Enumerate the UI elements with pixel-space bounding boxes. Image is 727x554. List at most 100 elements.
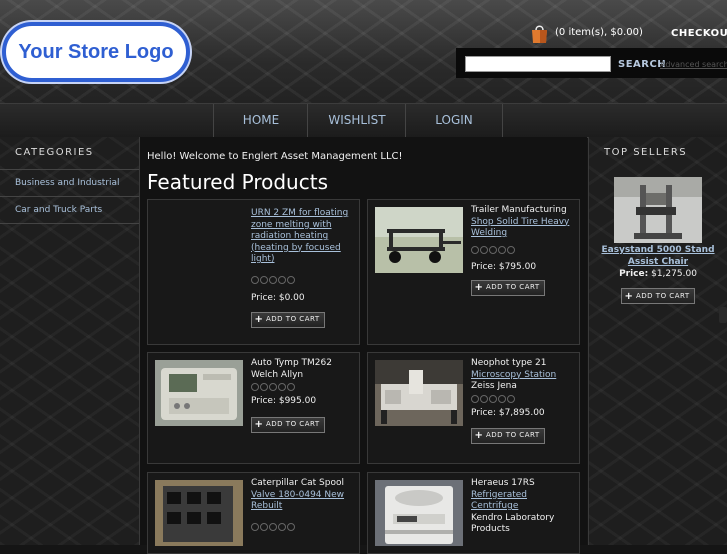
store-logo-text: Your Store Logo [18, 40, 174, 63]
star-icon [251, 275, 259, 284]
product-price: Price: $995.00 [251, 396, 317, 406]
star-icon [489, 394, 497, 403]
product-price: Price: $0.00 [251, 292, 305, 303]
product-name-link[interactable]: Shop Solid Tire Heavy Welding [471, 217, 575, 240]
plus-icon: + [624, 290, 634, 302]
nav-login[interactable]: LOGIN [405, 104, 503, 137]
product-info: Caterpillar Cat Spool Valve 180-0494 New… [251, 478, 355, 532]
store-logo[interactable]: Your Store Logo [2, 22, 190, 82]
product-card: Caterpillar Cat Spool Valve 180-0494 New… [147, 472, 360, 554]
top-seller-price-value: $1,275.00 [651, 269, 697, 279]
star-icon [269, 522, 277, 531]
star-icon [260, 383, 268, 391]
product-info: Heraeus 17RS Refrigerated Centrifuge Ken… [471, 478, 575, 536]
star-icon [507, 245, 515, 254]
add-to-cart-button[interactable]: + ADD TO CART [471, 280, 545, 296]
star-icon [260, 275, 268, 284]
product-name-link[interactable]: Microscopy Station [471, 370, 575, 382]
nav-wishlist[interactable]: WISHLIST [307, 104, 406, 137]
categories-list: Business and Industrial Car and Truck Pa… [0, 169, 139, 224]
add-to-cart-button[interactable]: + ADD TO CART [621, 288, 695, 304]
add-to-cart-button[interactable]: + ADD TO CART [471, 428, 545, 444]
star-icon [269, 275, 277, 284]
product-info: Auto Tymp TM262 Welch Allyn Price: $995.… [251, 358, 355, 433]
product-info: Neophot type 21 Microscopy Station Zeiss… [471, 358, 575, 444]
star-icon [278, 275, 286, 284]
product-manufacturer: Kendro Laboratory Products [471, 512, 555, 535]
top-seller-name-link[interactable]: Easystand 5000 Stand Assist Chair [597, 244, 719, 268]
product-image-placeholder [155, 207, 243, 273]
star-icon [507, 394, 515, 403]
product-name-text: Heraeus 17RS [471, 478, 535, 488]
rating-stars [471, 394, 575, 404]
search-bar: SEARCH Advanced search [456, 48, 727, 78]
left-sidebar: CATEGORIES Business and Industrial Car a… [0, 137, 140, 545]
product-info: Trailer Manufacturing Shop Solid Tire He… [471, 205, 575, 296]
product-name-text: Caterpillar Cat Spool [251, 478, 344, 488]
star-icon [278, 522, 286, 531]
star-icon [471, 245, 479, 254]
star-icon [471, 394, 479, 403]
add-to-cart-label: ADD TO CART [486, 431, 540, 440]
nav-home[interactable]: HOME [213, 104, 308, 137]
search-button[interactable]: SEARCH [618, 59, 666, 70]
product-name-link[interactable]: Valve 180-0494 New Rebuilt [251, 490, 355, 513]
product-card: URN 2 ZM for floating zone melting with … [147, 199, 360, 345]
star-icon [480, 245, 488, 254]
main-nav: HOME WISHLIST LOGIN [0, 103, 727, 138]
search-input[interactable] [465, 56, 611, 72]
header: Your Store Logo (0 item(s), $0.00) CHECK… [0, 0, 727, 103]
product-name-text: Neophot type 21 [471, 358, 547, 368]
add-to-cart-button[interactable]: + ADD TO CART [251, 416, 325, 433]
star-icon [489, 245, 497, 254]
plus-icon: + [474, 430, 484, 442]
plus-icon: + [254, 314, 264, 326]
shopping-bag-icon[interactable] [531, 24, 548, 44]
rating-stars [251, 383, 355, 392]
add-to-cart-button[interactable]: + ADD TO CART [251, 312, 325, 328]
cart-summary[interactable]: (0 item(s), $0.00) [555, 27, 643, 38]
product-card: Auto Tymp TM262 Welch Allyn Price: $995.… [147, 352, 360, 464]
product-image[interactable] [375, 207, 463, 273]
product-image[interactable] [375, 360, 463, 426]
star-icon [498, 245, 506, 254]
main-content: Hello! Welcome to Englert Asset Manageme… [140, 137, 587, 554]
product-price: Price: $7,895.00 [471, 407, 545, 418]
product-image[interactable] [155, 360, 243, 426]
product-image[interactable] [375, 480, 463, 546]
rating-stars [471, 245, 575, 255]
product-price: Price: $795.00 [471, 261, 537, 272]
star-icon [251, 383, 259, 391]
plus-icon: + [254, 418, 264, 430]
featured-products-title: Featured Products [147, 170, 328, 194]
product-info: URN 2 ZM for floating zone melting with … [251, 208, 355, 328]
star-icon [498, 394, 506, 403]
add-to-cart-label: ADD TO CART [636, 292, 690, 300]
star-icon [287, 522, 295, 531]
product-image[interactable] [155, 480, 243, 546]
product-name-link[interactable]: Refrigerated Centrifuge [471, 490, 575, 513]
top-seller-image[interactable] [614, 177, 702, 243]
product-name-text: Auto Tymp TM262 [251, 358, 332, 368]
category-car-and-truck-parts[interactable]: Car and Truck Parts [0, 197, 139, 224]
scrollbar-thumb[interactable] [719, 307, 727, 323]
star-icon [480, 394, 488, 403]
product-card: Neophot type 21 Microscopy Station Zeiss… [367, 352, 580, 464]
rating-stars [251, 522, 355, 532]
advanced-search-link[interactable]: Advanced search [660, 60, 727, 69]
product-card: Trailer Manufacturing Shop Solid Tire He… [367, 199, 580, 345]
welcome-message: Hello! Welcome to Englert Asset Manageme… [147, 151, 403, 162]
product-manufacturer: Zeiss Jena [471, 381, 517, 391]
category-business-and-industrial[interactable]: Business and Industrial [0, 170, 139, 197]
top-sellers-heading: TOP SELLERS [604, 147, 688, 158]
product-name-text: Trailer Manufacturing [471, 205, 567, 215]
add-to-cart-label: ADD TO CART [486, 283, 540, 292]
right-sidebar: TOP SELLERS Easystand 5000 Stand Assist … [588, 137, 727, 545]
star-icon [260, 522, 268, 531]
product-name-link[interactable]: URN 2 ZM for floating zone melting with … [251, 208, 355, 266]
product-manufacturer: Welch Allyn [251, 369, 304, 380]
star-icon [287, 383, 295, 391]
checkout-link[interactable]: CHECKOUT [671, 28, 727, 39]
star-icon [278, 383, 286, 391]
star-icon [287, 275, 295, 284]
